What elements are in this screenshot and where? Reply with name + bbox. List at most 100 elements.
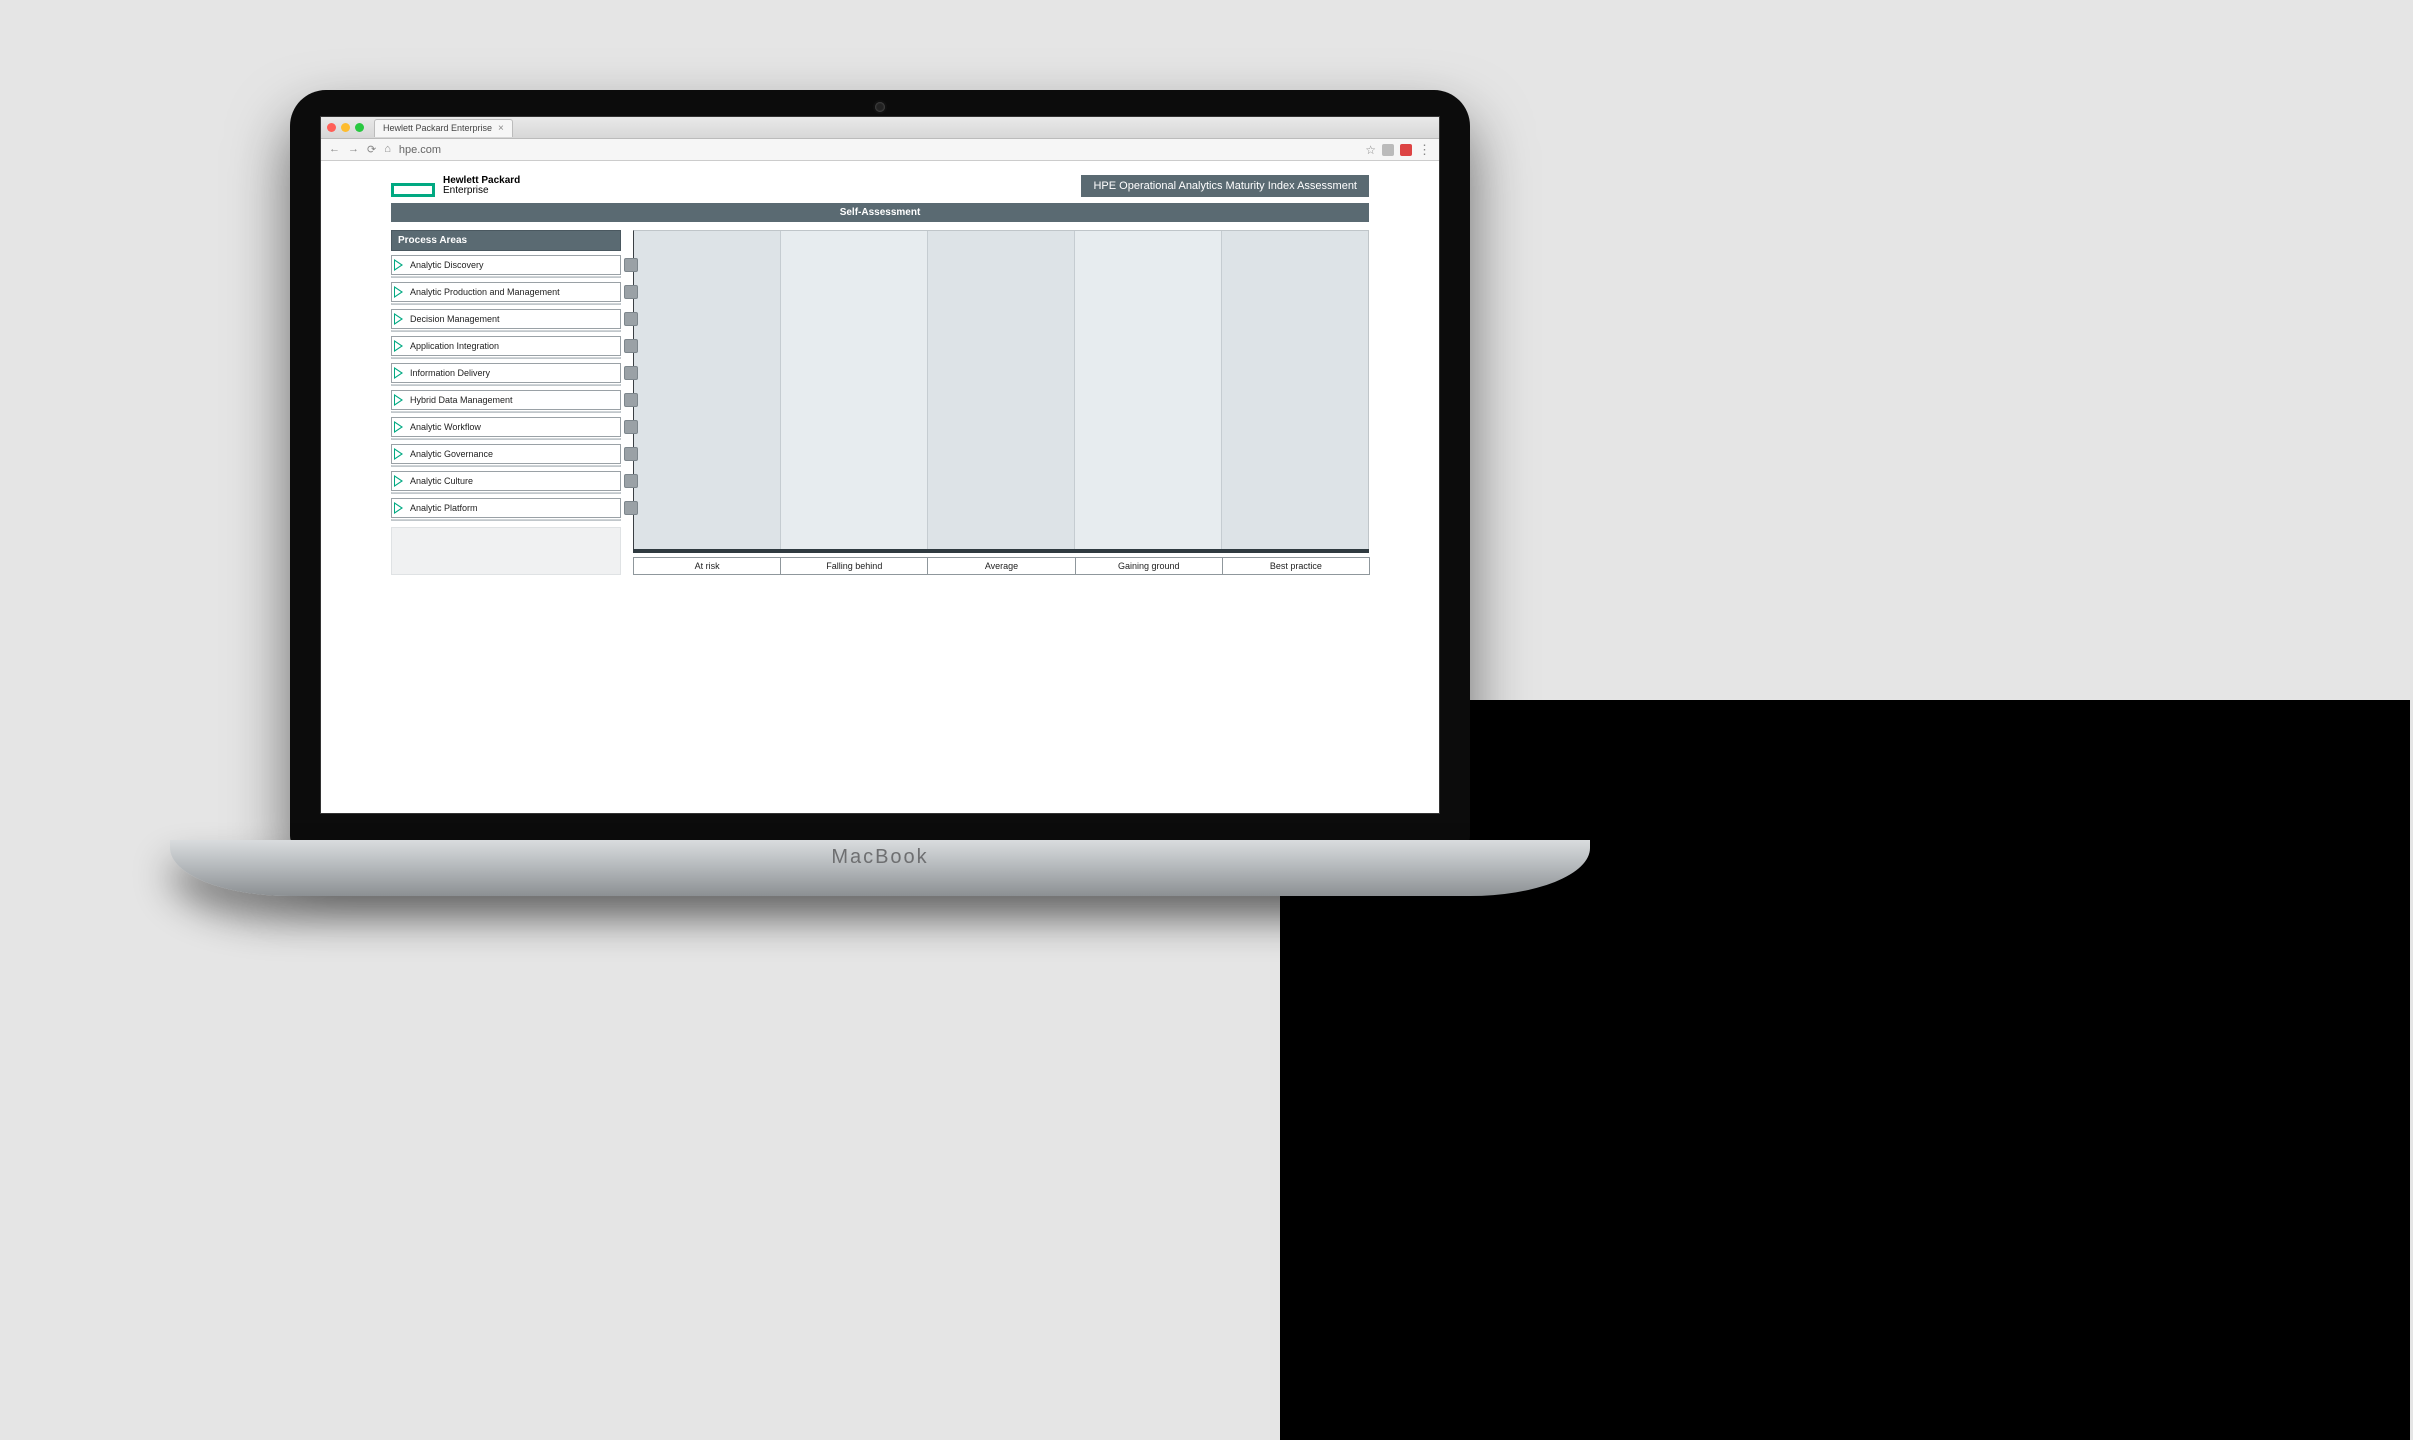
process-area-item[interactable]: Decision Management xyxy=(391,309,621,329)
slider-handle[interactable] xyxy=(624,258,638,272)
back-icon[interactable]: ← xyxy=(329,143,340,156)
laptop-base: MacBook xyxy=(170,840,1590,896)
laptop-frame: Hewlett Packard Enterprise × ← → ⟳ ⌂ hpe… xyxy=(290,90,1470,850)
sub-header: Self-Assessment xyxy=(391,203,1369,222)
item-underline xyxy=(391,411,621,413)
process-area-item[interactable]: Information Delivery xyxy=(391,363,621,383)
logo-line-1: Hewlett Packard xyxy=(443,175,520,186)
process-area-label: Analytic Culture xyxy=(410,476,473,486)
extension-icon-1[interactable] xyxy=(1382,144,1394,156)
expand-triangle-icon[interactable] xyxy=(394,367,403,379)
process-area-label: Analytic Discovery xyxy=(410,260,484,270)
tab-close-icon[interactable]: × xyxy=(498,123,504,134)
process-area-item[interactable]: Analytic Production and Management xyxy=(391,282,621,302)
browser-tab-bar: Hewlett Packard Enterprise × xyxy=(321,117,1439,139)
expand-triangle-icon[interactable] xyxy=(394,259,403,271)
page-content: Hewlett Packard Enterprise HPE Operation… xyxy=(321,161,1439,813)
slider-handle[interactable] xyxy=(624,474,638,488)
forward-icon[interactable]: → xyxy=(348,143,359,156)
maturity-level-label: Falling behind xyxy=(780,557,928,575)
window-controls[interactable] xyxy=(327,123,364,132)
item-underline xyxy=(391,465,621,467)
sidebar-footer-panel xyxy=(391,527,621,575)
chart-baseline xyxy=(633,549,1369,553)
chart-column xyxy=(781,231,928,552)
assessment-body: Process Areas Analytic Discovery Analytic… xyxy=(391,230,1369,575)
process-area-item[interactable]: Application Integration xyxy=(391,336,621,356)
process-area-label: Analytic Production and Management xyxy=(410,287,560,297)
expand-triangle-icon[interactable] xyxy=(394,502,403,514)
url-field[interactable]: hpe.com xyxy=(399,144,1357,156)
process-area-item[interactable]: Analytic Platform xyxy=(391,498,621,518)
sidebar-header: Process Areas xyxy=(391,230,621,251)
camera-dot xyxy=(875,102,885,112)
process-area-item[interactable]: Analytic Discovery xyxy=(391,255,621,275)
page-title: HPE Operational Analytics Maturity Index… xyxy=(1081,175,1369,197)
process-area-label: Analytic Platform xyxy=(410,503,478,513)
expand-triangle-icon[interactable] xyxy=(394,313,403,325)
chart-column xyxy=(928,231,1075,552)
expand-triangle-icon[interactable] xyxy=(394,475,403,487)
expand-triangle-icon[interactable] xyxy=(394,421,403,433)
process-area-label: Decision Management xyxy=(410,314,500,324)
browser-menu-icon[interactable]: ⋮ xyxy=(1418,142,1431,158)
logo-line-2: Enterprise xyxy=(443,185,489,196)
maturity-level-label: Best practice xyxy=(1222,557,1370,575)
slider-handle[interactable] xyxy=(624,501,638,515)
slider-handle[interactable] xyxy=(624,312,638,326)
browser-tab[interactable]: Hewlett Packard Enterprise × xyxy=(374,119,513,137)
browser-address-bar: ← → ⟳ ⌂ hpe.com ☆ ⋮ xyxy=(321,139,1439,161)
device-label: MacBook xyxy=(831,846,928,869)
slider-handle[interactable] xyxy=(624,420,638,434)
url-text: hpe.com xyxy=(399,144,441,156)
chart-column xyxy=(1222,231,1368,552)
expand-triangle-icon[interactable] xyxy=(394,340,403,352)
extension-icon-2[interactable] xyxy=(1400,144,1412,156)
item-underline xyxy=(391,357,621,359)
slider-handle[interactable] xyxy=(624,447,638,461)
maturity-legend: At riskFalling behindAverageGaining grou… xyxy=(633,557,1369,575)
chart-grid xyxy=(633,230,1369,553)
screen: Hewlett Packard Enterprise × ← → ⟳ ⌂ hpe… xyxy=(320,116,1440,814)
process-area-label: Analytic Governance xyxy=(410,449,493,459)
bookmark-star-icon[interactable]: ☆ xyxy=(1365,143,1376,157)
page-header: Hewlett Packard Enterprise HPE Operation… xyxy=(391,175,1369,197)
close-window-icon[interactable] xyxy=(327,123,336,132)
item-underline xyxy=(391,384,621,386)
slider-handle[interactable] xyxy=(624,285,638,299)
maturity-level-label: Gaining ground xyxy=(1075,557,1223,575)
item-underline xyxy=(391,519,621,521)
process-area-item[interactable]: Analytic Culture xyxy=(391,471,621,491)
maturity-level-label: At risk xyxy=(633,557,781,575)
item-underline xyxy=(391,492,621,494)
expand-triangle-icon[interactable] xyxy=(394,286,403,298)
home-icon[interactable]: ⌂ xyxy=(384,143,391,156)
process-areas-sidebar: Process Areas Analytic Discovery Analytic… xyxy=(391,230,621,575)
slider-handle[interactable] xyxy=(624,366,638,380)
slider-handle[interactable] xyxy=(624,339,638,353)
expand-triangle-icon[interactable] xyxy=(394,448,403,460)
maximize-window-icon[interactable] xyxy=(355,123,364,132)
process-area-item[interactable]: Analytic Governance xyxy=(391,444,621,464)
hpe-logo-text: Hewlett Packard Enterprise xyxy=(443,176,520,197)
item-underline xyxy=(391,330,621,332)
process-area-item[interactable]: Hybrid Data Management xyxy=(391,390,621,410)
process-area-label: Application Integration xyxy=(410,341,499,351)
item-underline xyxy=(391,276,621,278)
hpe-logo-mark xyxy=(391,183,435,197)
minimize-window-icon[interactable] xyxy=(341,123,350,132)
maturity-chart: At riskFalling behindAverageGaining grou… xyxy=(633,230,1369,575)
process-area-item[interactable]: Analytic Workflow xyxy=(391,417,621,437)
chart-column xyxy=(634,231,781,552)
chart-column xyxy=(1075,231,1222,552)
process-area-label: Analytic Workflow xyxy=(410,422,481,432)
process-area-label: Hybrid Data Management xyxy=(410,395,513,405)
reload-icon[interactable]: ⟳ xyxy=(367,143,376,156)
expand-triangle-icon[interactable] xyxy=(394,394,403,406)
item-underline xyxy=(391,438,621,440)
maturity-level-label: Average xyxy=(927,557,1075,575)
item-underline xyxy=(391,303,621,305)
slider-handle[interactable] xyxy=(624,393,638,407)
process-area-label: Information Delivery xyxy=(410,368,490,378)
tab-title: Hewlett Packard Enterprise xyxy=(383,123,492,133)
